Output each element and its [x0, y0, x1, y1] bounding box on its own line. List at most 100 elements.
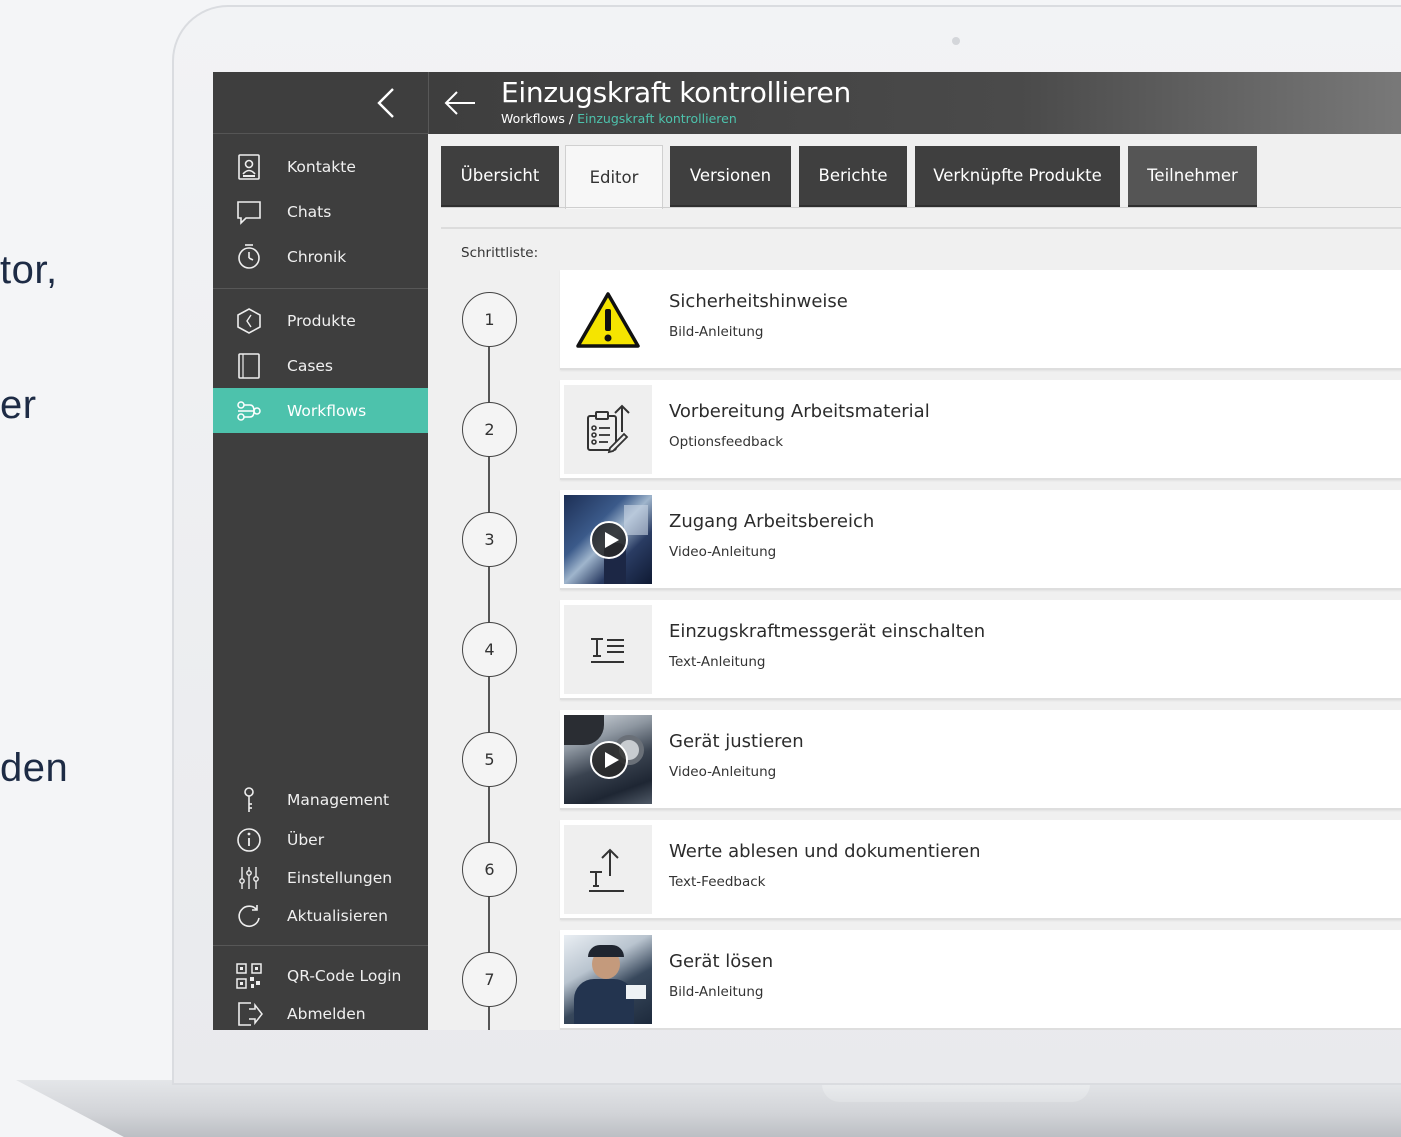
sidebar-item-label: Einstellungen: [287, 868, 393, 887]
sidebar-item-chronik[interactable]: Chronik: [213, 234, 428, 279]
step-card[interactable]: Gerät lösen Bild-Anleitung: [560, 930, 1401, 1030]
sidebar-item-label: Cases: [287, 356, 334, 375]
contact-book-icon: [235, 153, 263, 181]
sidebar-item-produkte[interactable]: Produkte: [213, 298, 428, 343]
sidebar-item-label: QR-Code Login: [287, 966, 402, 985]
text-upload-icon: [589, 848, 624, 892]
sidebar-item-abmelden[interactable]: Abmelden: [213, 991, 428, 1030]
step-title: Vorbereitung Arbeitsmaterial: [669, 401, 930, 422]
tabs-divider: [441, 207, 1401, 208]
sliders-icon: [235, 864, 263, 892]
step-type: Bild-Anleitung: [669, 324, 764, 340]
marketing-text-fragment: er: [0, 383, 37, 427]
step-type: Text-Anleitung: [669, 654, 766, 670]
step-type: Optionsfeedback: [669, 434, 784, 450]
step-card[interactable]: Vorbereitung Arbeitsmaterial Optionsfeed…: [560, 380, 1401, 480]
laptop-base: [16, 1080, 1401, 1137]
tab-editor[interactable]: Editor: [565, 145, 663, 209]
laptop-camera: [952, 37, 960, 45]
content-divider: [441, 227, 1401, 229]
step-number: 2: [462, 402, 517, 457]
clipboard-edit-icon: [587, 404, 630, 453]
photo-thumbnail: [564, 935, 652, 1024]
key-icon: [235, 786, 263, 814]
step-title: Werte ablesen und dokumentieren: [669, 841, 981, 862]
page-title: Einzugskraft kontrollieren: [501, 76, 851, 109]
stopwatch-icon: [235, 243, 263, 271]
chevron-left-icon[interactable]: [375, 86, 397, 120]
sidebar: Kontakte Chats Chronik Produkte Cases Wo…: [213, 72, 428, 1030]
warning-icon: [576, 291, 640, 348]
workflow-icon: [235, 397, 263, 425]
hexagon-icon: [235, 307, 263, 335]
video-thumbnail[interactable]: [564, 495, 652, 584]
video-preview-image: [564, 715, 652, 804]
step-type: Bild-Anleitung: [669, 984, 764, 1000]
video-preview-image: [564, 495, 652, 584]
steps-list-label: Schrittliste:: [461, 245, 539, 261]
sidebar-item-label: Chronik: [287, 247, 347, 266]
breadcrumb-root[interactable]: Workflows /: [501, 111, 577, 126]
play-icon[interactable]: [590, 521, 628, 559]
step-number: 3: [462, 512, 517, 567]
sidebar-item-kontakte[interactable]: Kontakte: [213, 144, 428, 189]
step-preview-image: [564, 935, 652, 1024]
step-number: 5: [462, 732, 517, 787]
tab-teilnehmer[interactable]: Teilnehmer: [1128, 146, 1257, 208]
breadcrumb-current: Einzugskraft kontrollieren: [577, 111, 737, 126]
sidebar-item-aktualisieren[interactable]: Aktualisieren: [213, 893, 428, 938]
breadcrumb: Workflows / Einzugskraft kontrollieren: [501, 111, 737, 126]
chat-bubble-icon: [235, 198, 263, 226]
tab-uebersicht[interactable]: Übersicht: [441, 146, 559, 208]
step-thumbnail: [564, 275, 652, 364]
marketing-text-fragment: den: [0, 746, 69, 790]
step-thumbnail: [564, 825, 652, 914]
sidebar-item-label: Workflows: [287, 401, 367, 420]
sidebar-divider: [213, 945, 428, 946]
sidebar-item-label: Kontakte: [287, 157, 356, 176]
step-thumbnail: [564, 605, 652, 694]
sidebar-item-management[interactable]: Management: [213, 777, 428, 822]
qr-code-icon: [235, 962, 263, 990]
step-type: Text-Feedback: [669, 874, 766, 890]
sidebar-item-label: Über: [287, 830, 325, 849]
document-icon: [235, 352, 263, 380]
step-card[interactable]: Gerät justieren Video-Anleitung: [560, 710, 1401, 810]
app-screen: Kontakte Chats Chronik Produkte Cases Wo…: [213, 72, 1401, 1030]
sidebar-item-label: Chats: [287, 202, 332, 221]
step-card[interactable]: Einzugskraftmessgerät einschalten Text-A…: [560, 600, 1401, 700]
marketing-text-fragment: tor,: [0, 248, 58, 292]
page-header: Einzugskraft kontrollieren Workflows / E…: [428, 72, 1401, 134]
sidebar-item-chats[interactable]: Chats: [213, 189, 428, 234]
step-number: 6: [462, 842, 517, 897]
step-number: 4: [462, 622, 517, 677]
play-icon[interactable]: [590, 741, 628, 779]
sidebar-item-workflows[interactable]: Workflows: [213, 388, 428, 433]
step-title: Zugang Arbeitsbereich: [669, 511, 875, 532]
logout-icon: [235, 1000, 263, 1028]
step-title: Gerät lösen: [669, 951, 774, 972]
step-title: Sicherheitshinweise: [669, 291, 848, 312]
text-icon: [591, 637, 624, 663]
sidebar-item-cases[interactable]: Cases: [213, 343, 428, 388]
step-thumbnail: [564, 385, 652, 474]
tab-verknuepfte-produkte[interactable]: Verknüpfte Produkte: [915, 146, 1120, 208]
video-thumbnail[interactable]: [564, 715, 652, 804]
step-card[interactable]: Werte ablesen und dokumentieren Text-Fee…: [560, 820, 1401, 920]
sidebar-item-label: Management: [287, 790, 390, 809]
tab-berichte[interactable]: Berichte: [799, 146, 907, 208]
sidebar-divider: [213, 288, 428, 289]
step-type: Video-Anleitung: [669, 764, 777, 780]
step-number: 1: [462, 292, 517, 347]
step-type: Video-Anleitung: [669, 544, 777, 560]
step-card[interactable]: Sicherheitshinweise Bild-Anleitung: [560, 270, 1401, 370]
arrow-left-icon[interactable]: [443, 88, 477, 118]
marketing-stage: tor, er den Kontakte Chats Chronik Produ…: [0, 0, 1401, 1137]
refresh-icon: [235, 902, 263, 930]
sidebar-item-label: Abmelden: [287, 1004, 366, 1023]
step-number: 7: [462, 952, 517, 1007]
sidebar-item-label: Produkte: [287, 311, 356, 330]
tab-versionen[interactable]: Versionen: [670, 146, 791, 208]
info-icon: [235, 826, 263, 854]
step-card[interactable]: Zugang Arbeitsbereich Video-Anleitung: [560, 490, 1401, 590]
